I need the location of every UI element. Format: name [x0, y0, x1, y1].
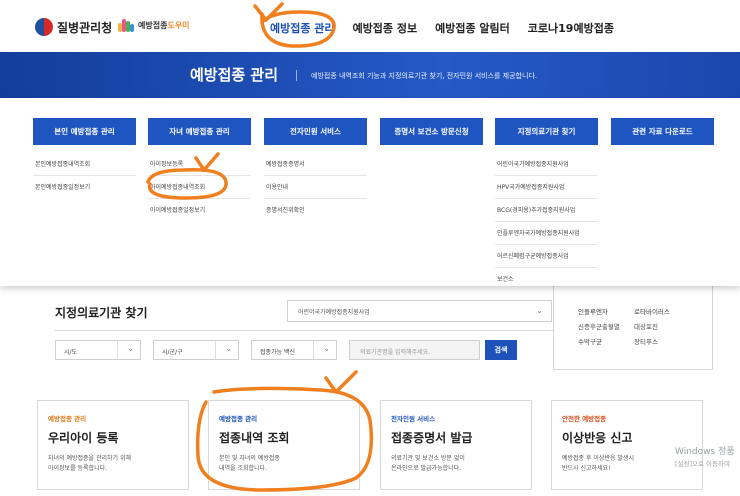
menu-item[interactable]: HPV국가예방접종지원사업: [495, 176, 598, 199]
menu-item-child-history[interactable]: 아이예방접종내역조회: [148, 176, 251, 199]
nav-vaccination-management[interactable]: 예방접종 관리: [270, 20, 335, 36]
menu-item[interactable]: 예방접종증명서: [264, 153, 367, 176]
menu-col-downloads: 관련 자료 다운로드: [611, 118, 714, 145]
banner-description: 예방접종 내역조회 기능과 지정의료기관 찾기, 전자민원 서비스를 제공합니다…: [311, 72, 538, 80]
menu-head-clinic[interactable]: 지정의료기관 찾기: [495, 118, 598, 145]
clinic-search-panel: 지정의료기관 찾기 어린이국가예방접종지원사업 ⌄ 시/도 ⌄ 시/군/구 ⌄ …: [37, 286, 555, 376]
vaccine-link[interactable]: 로타바이러스: [634, 306, 694, 316]
card-register-child[interactable]: 예방접종 관리 우리아이 등록 자녀의 예방접종을 관리하기 위해 아이정보를 등…: [37, 400, 189, 490]
search-title: 지정의료기관 찾기: [55, 306, 148, 320]
card-category: 전자민원 서비스: [391, 415, 436, 423]
vaccine-link[interactable]: 인플루엔자: [578, 306, 634, 316]
menu-col-clinic: 지정의료기관 찾기 어린이국가예방접종지원사업 HPV국가예방접종지원사업 BC…: [495, 118, 598, 291]
taegeuk-emblem-icon: [35, 18, 53, 36]
menu-item[interactable]: 증명서진위확인: [264, 199, 367, 222]
card-title: 이상반응 신고: [562, 431, 633, 445]
nav-vaccination-alerts[interactable]: 예방접종 알림터: [435, 20, 510, 36]
vaccine-link[interactable]: 신증후군출혈열: [578, 321, 634, 331]
card-vaccination-history[interactable]: 예방접종 관리 접종내역 조회 본인 및 자녀의 예방접종 내역을 조회합니다.: [208, 400, 360, 490]
vaccine-shortcut-box: 인플루엔자 로타바이러스 신증후군출혈열 대상포진 수막구균 장티푸스: [553, 286, 713, 370]
vaccine-link[interactable]: 대상포진: [634, 321, 694, 331]
card-adverse-report[interactable]: 안전한 예방접종 이상반응 신고 예방접종 후 이상반응 발생시 반드시 신고하세…: [551, 400, 703, 490]
top-header: 질병관리청 예방접종도우미 예방접종 관리 예방접종 정보 예방접종 알림터 코…: [0, 0, 740, 52]
menu-item[interactable]: 이용안내: [264, 176, 367, 199]
card-title: 접종내역 조회: [219, 431, 290, 445]
vaccine-select[interactable]: 접종가능 백신 ⌄: [251, 340, 337, 360]
card-title: 접종증명서 발급: [391, 431, 473, 445]
menu-item[interactable]: BCG(경피용)추가접종지원사업: [495, 199, 598, 222]
vaccine-link[interactable]: 장티푸스: [634, 336, 694, 346]
menu-item[interactable]: 아이정보등록: [148, 153, 251, 176]
mega-menu: 본인 예방접종 관리 본인예방접종내역조회 본인예방접종일정보기 자녀 예방접종…: [0, 98, 740, 286]
menu-head-eservice[interactable]: 전자민원 서비스: [264, 118, 367, 145]
nav-vaccination-info[interactable]: 예방접종 정보: [353, 20, 418, 36]
menu-col-eservice: 전자민원 서비스 예방접종증명서 이용안내 증명서진위확인: [264, 118, 367, 222]
program-select[interactable]: 어린이국가예방접종지원사업 ⌄: [287, 300, 552, 322]
menu-head-child[interactable]: 자녀 예방접종 관리: [148, 118, 251, 145]
menu-item[interactable]: 본인예방접종내역조회: [33, 153, 136, 176]
helper-name: 예방접종도우미: [138, 20, 190, 30]
card-title: 우리아이 등록: [48, 431, 119, 445]
chevron-down-icon: ⌄: [127, 344, 134, 353]
chevron-down-icon: ⌄: [536, 306, 543, 315]
nav-covid19-vaccination[interactable]: 코로나19예방접종: [528, 20, 614, 36]
card-description: 의료기관 및 보건소 방문 없이 온라인으로 발급가능합니다.: [391, 455, 465, 472]
menu-item[interactable]: 보건소: [495, 268, 598, 291]
card-description: 본인 및 자녀의 예방접종 내역을 조회합니다.: [219, 455, 280, 472]
sigungu-select[interactable]: 시/군/구 ⌄: [153, 340, 239, 360]
banner-divider: [296, 70, 297, 81]
clinic-name-input[interactable]: 의료기관명을 입력해주세요.: [349, 340, 480, 360]
card-description: 자녀의 예방접종을 관리하기 위해 아이정보를 등록합니다.: [48, 455, 132, 472]
search-divider: [55, 330, 555, 331]
menu-head-self[interactable]: 본인 예방접종 관리: [33, 118, 136, 145]
menu-col-child: 자녀 예방접종 관리 아이정보등록 아이예방접종내역조회 아이예방접종일정보기: [148, 118, 251, 222]
chevron-down-icon: ⌄: [225, 344, 232, 353]
banner-title: 예방접종 관리: [190, 66, 279, 84]
menu-item[interactable]: 인플루엔자국가예방접종지원사업: [495, 222, 598, 245]
card-category: 예방접종 관리: [219, 415, 258, 423]
search-button[interactable]: 검색: [485, 340, 517, 360]
card-category: 예방접종 관리: [48, 415, 87, 423]
helper-logo[interactable]: 예방접종도우미: [117, 16, 190, 34]
windows-activation-watermark: Windows 정품 [설정]으로 이동하여: [675, 447, 735, 468]
menu-col-visit: 증명서 보건소 방문신청: [380, 118, 483, 145]
menu-head-visit[interactable]: 증명서 보건소 방문신청: [380, 118, 483, 145]
chevron-down-icon: ⌄: [323, 344, 330, 353]
global-nav: 예방접종 관리 예방접종 정보 예방접종 알림터 코로나19예방접종: [270, 20, 614, 36]
menu-head-downloads[interactable]: 관련 자료 다운로드: [611, 118, 714, 145]
agency-name: 질병관리청: [57, 20, 113, 35]
vaccine-shortcut-list: 인플루엔자 로타바이러스 신증후군출혈열 대상포진 수막구균 장티푸스: [578, 306, 694, 346]
menu-item[interactable]: 어린이국가예방접종지원사업: [495, 153, 598, 176]
vaccine-link[interactable]: 수막구균: [578, 336, 634, 346]
menu-item[interactable]: 아이예방접종일정보기: [148, 199, 251, 222]
sido-select[interactable]: 시/도 ⌄: [55, 340, 141, 360]
colorful-people-icon: [117, 16, 135, 34]
card-description: 예방접종 후 이상반응 발생시 반드시 신고하세요!: [562, 455, 634, 472]
card-certificate[interactable]: 전자민원 서비스 접종증명서 발급 의료기관 및 보건소 방문 없이 온라인으로 …: [380, 400, 532, 490]
menu-item[interactable]: 어르신폐렴구균예방접종사업: [495, 245, 598, 268]
page-banner: 예방접종 관리 예방접종 내역조회 기능과 지정의료기관 찾기, 전자민원 서비…: [0, 52, 740, 98]
kdca-logo[interactable]: 질병관리청: [35, 18, 112, 36]
menu-item[interactable]: 본인예방접종일정보기: [33, 176, 136, 199]
card-category: 안전한 예방접종: [562, 415, 607, 423]
menu-col-self: 본인 예방접종 관리 본인예방접종내역조회 본인예방접종일정보기: [33, 118, 136, 199]
